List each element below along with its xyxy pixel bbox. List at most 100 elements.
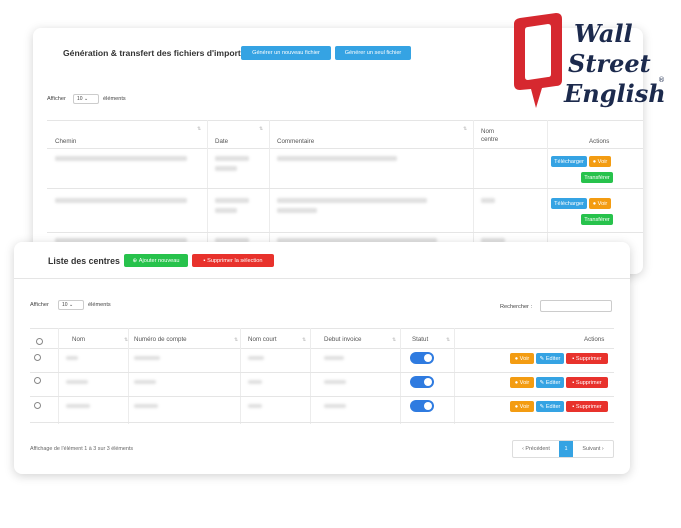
show-entries-label: Afficher: [30, 302, 49, 308]
delete-button[interactable]: ▪ Supprimer: [566, 401, 608, 412]
show-entries-value: 10: [77, 96, 83, 102]
edit-icon: ✎: [539, 355, 545, 362]
transfer-button[interactable]: Transférer: [581, 214, 613, 225]
col-divider: [58, 328, 59, 424]
delete-label: Supprimer: [575, 355, 602, 362]
blurred-name: [66, 356, 78, 360]
download-button[interactable]: Télécharger: [551, 156, 587, 167]
col-nom-centre[interactable]: Nom centre: [481, 128, 507, 144]
edit-label: Editer: [545, 403, 561, 410]
view-button[interactable]: ● Voir: [510, 377, 534, 388]
blurred-name: [66, 404, 90, 408]
blurred-date: [215, 198, 249, 203]
view-label: Voir: [597, 200, 608, 207]
sort-icon[interactable]: ⇅: [197, 126, 201, 132]
page-1-button[interactable]: 1: [559, 441, 573, 457]
view-button[interactable]: ● Voir: [589, 198, 611, 209]
col-divider: [128, 328, 129, 424]
delete-selection-button[interactable]: ▪ Supprimer la sélection: [192, 254, 274, 267]
view-button[interactable]: ● Voir: [589, 156, 611, 167]
col-commentaire[interactable]: Commentaire: [277, 138, 314, 145]
transfer-button[interactable]: Transférer: [581, 172, 613, 183]
edit-button[interactable]: ✎ Editer: [536, 401, 564, 412]
sort-icon[interactable]: ⇅: [463, 126, 467, 132]
table-top-border: [30, 328, 614, 329]
table-top-border: [47, 120, 643, 121]
edit-label: Editer: [545, 379, 561, 386]
row-checkbox[interactable]: [34, 402, 41, 409]
delete-selection-label: Supprimer la sélection: [207, 257, 263, 264]
col-actions: Actions: [589, 138, 610, 145]
select-all-checkbox[interactable]: [36, 338, 43, 345]
view-button[interactable]: ● Voir: [510, 353, 534, 364]
generate-new-file-button[interactable]: Générer un nouveau fichier: [241, 46, 331, 60]
previous-page-button[interactable]: ‹ Précédent: [513, 441, 559, 457]
col-invoice-start[interactable]: Debut invoice: [324, 336, 362, 343]
col-date[interactable]: Date: [215, 138, 228, 145]
delete-button[interactable]: ▪ Supprimer: [566, 353, 608, 364]
col-account-number[interactable]: Numéro de compte: [134, 336, 187, 343]
blurred-path: [55, 156, 187, 161]
blurred-short-name: [248, 380, 262, 384]
eye-icon: ●: [592, 158, 597, 165]
pagination: ‹ Précédent 1 Suivant ›: [512, 440, 614, 458]
table-header-border: [30, 348, 614, 349]
sort-icon[interactable]: ⇅: [234, 337, 238, 343]
blurred-time: [215, 166, 237, 171]
row-checkbox[interactable]: [34, 354, 41, 361]
add-center-button[interactable]: ⊕ Ajouter nouveau: [124, 254, 188, 267]
edit-button[interactable]: ✎ Editer: [536, 353, 564, 364]
col-chemin[interactable]: Chemin: [55, 138, 76, 145]
registered-mark: ®: [658, 76, 665, 84]
delete-label: Supprimer: [575, 379, 602, 386]
plus-icon: ⊕: [132, 257, 138, 264]
delete-button[interactable]: ▪ Supprimer: [566, 377, 608, 388]
logo-word-street: Street: [568, 49, 651, 78]
blurred-comment: [277, 198, 427, 203]
col-nom[interactable]: Nom: [72, 336, 85, 343]
col-divider: [240, 328, 241, 424]
centers-list-panel: Liste des centres ⊕ Ajouter nouveau ▪ Su…: [14, 242, 630, 474]
sort-icon[interactable]: ⇅: [392, 337, 396, 343]
row-divider: [30, 396, 614, 397]
sort-icon[interactable]: ⇅: [259, 126, 263, 132]
blurred-comment: [277, 156, 397, 161]
blurred-time: [215, 208, 237, 213]
show-entries-select[interactable]: 10 ⌄: [73, 94, 99, 104]
sort-icon[interactable]: ⇅: [446, 337, 450, 343]
status-toggle[interactable]: [410, 376, 434, 388]
blurred-name: [66, 380, 88, 384]
show-entries-suffix: éléments: [103, 96, 126, 102]
blurred-comment: [277, 208, 317, 213]
col-divider: [310, 328, 311, 424]
blurred-short-name: [248, 404, 262, 408]
delete-label: Supprimer: [575, 403, 602, 410]
show-entries-select[interactable]: 10 ⌄: [58, 300, 84, 310]
blurred-account: [134, 404, 158, 408]
row-checkbox[interactable]: [34, 377, 41, 384]
logo-word-wall: Wall: [574, 19, 633, 48]
col-status[interactable]: Statut: [412, 336, 428, 343]
show-entries-value: 10: [62, 302, 68, 308]
generate-single-file-button[interactable]: Générer un seul fichier: [335, 46, 411, 60]
row-divider: [30, 422, 614, 423]
sort-icon[interactable]: ⇅: [302, 337, 306, 343]
status-toggle[interactable]: [410, 352, 434, 364]
wall-street-english-logo: Wall Street English ®: [514, 13, 666, 108]
download-button[interactable]: Télécharger: [551, 198, 587, 209]
trash-icon: ▪: [203, 257, 206, 264]
add-center-label: Ajouter nouveau: [138, 257, 180, 264]
status-toggle[interactable]: [410, 400, 434, 412]
search-input[interactable]: [540, 300, 612, 312]
eye-icon: ●: [514, 379, 519, 386]
edit-button[interactable]: ✎ Editer: [536, 377, 564, 388]
blurred-invoice: [324, 404, 346, 408]
show-entries-suffix: éléments: [88, 302, 111, 308]
table-info: Affichage de l'élément 1 à 3 sur 3 éléme…: [30, 446, 134, 452]
next-page-button[interactable]: Suivant ›: [573, 441, 613, 457]
row-divider: [47, 232, 643, 233]
centers-panel-title: Liste des centres: [48, 256, 120, 266]
col-short-name[interactable]: Nom court: [248, 336, 277, 343]
view-button[interactable]: ● Voir: [510, 401, 534, 412]
row-divider: [30, 372, 614, 373]
